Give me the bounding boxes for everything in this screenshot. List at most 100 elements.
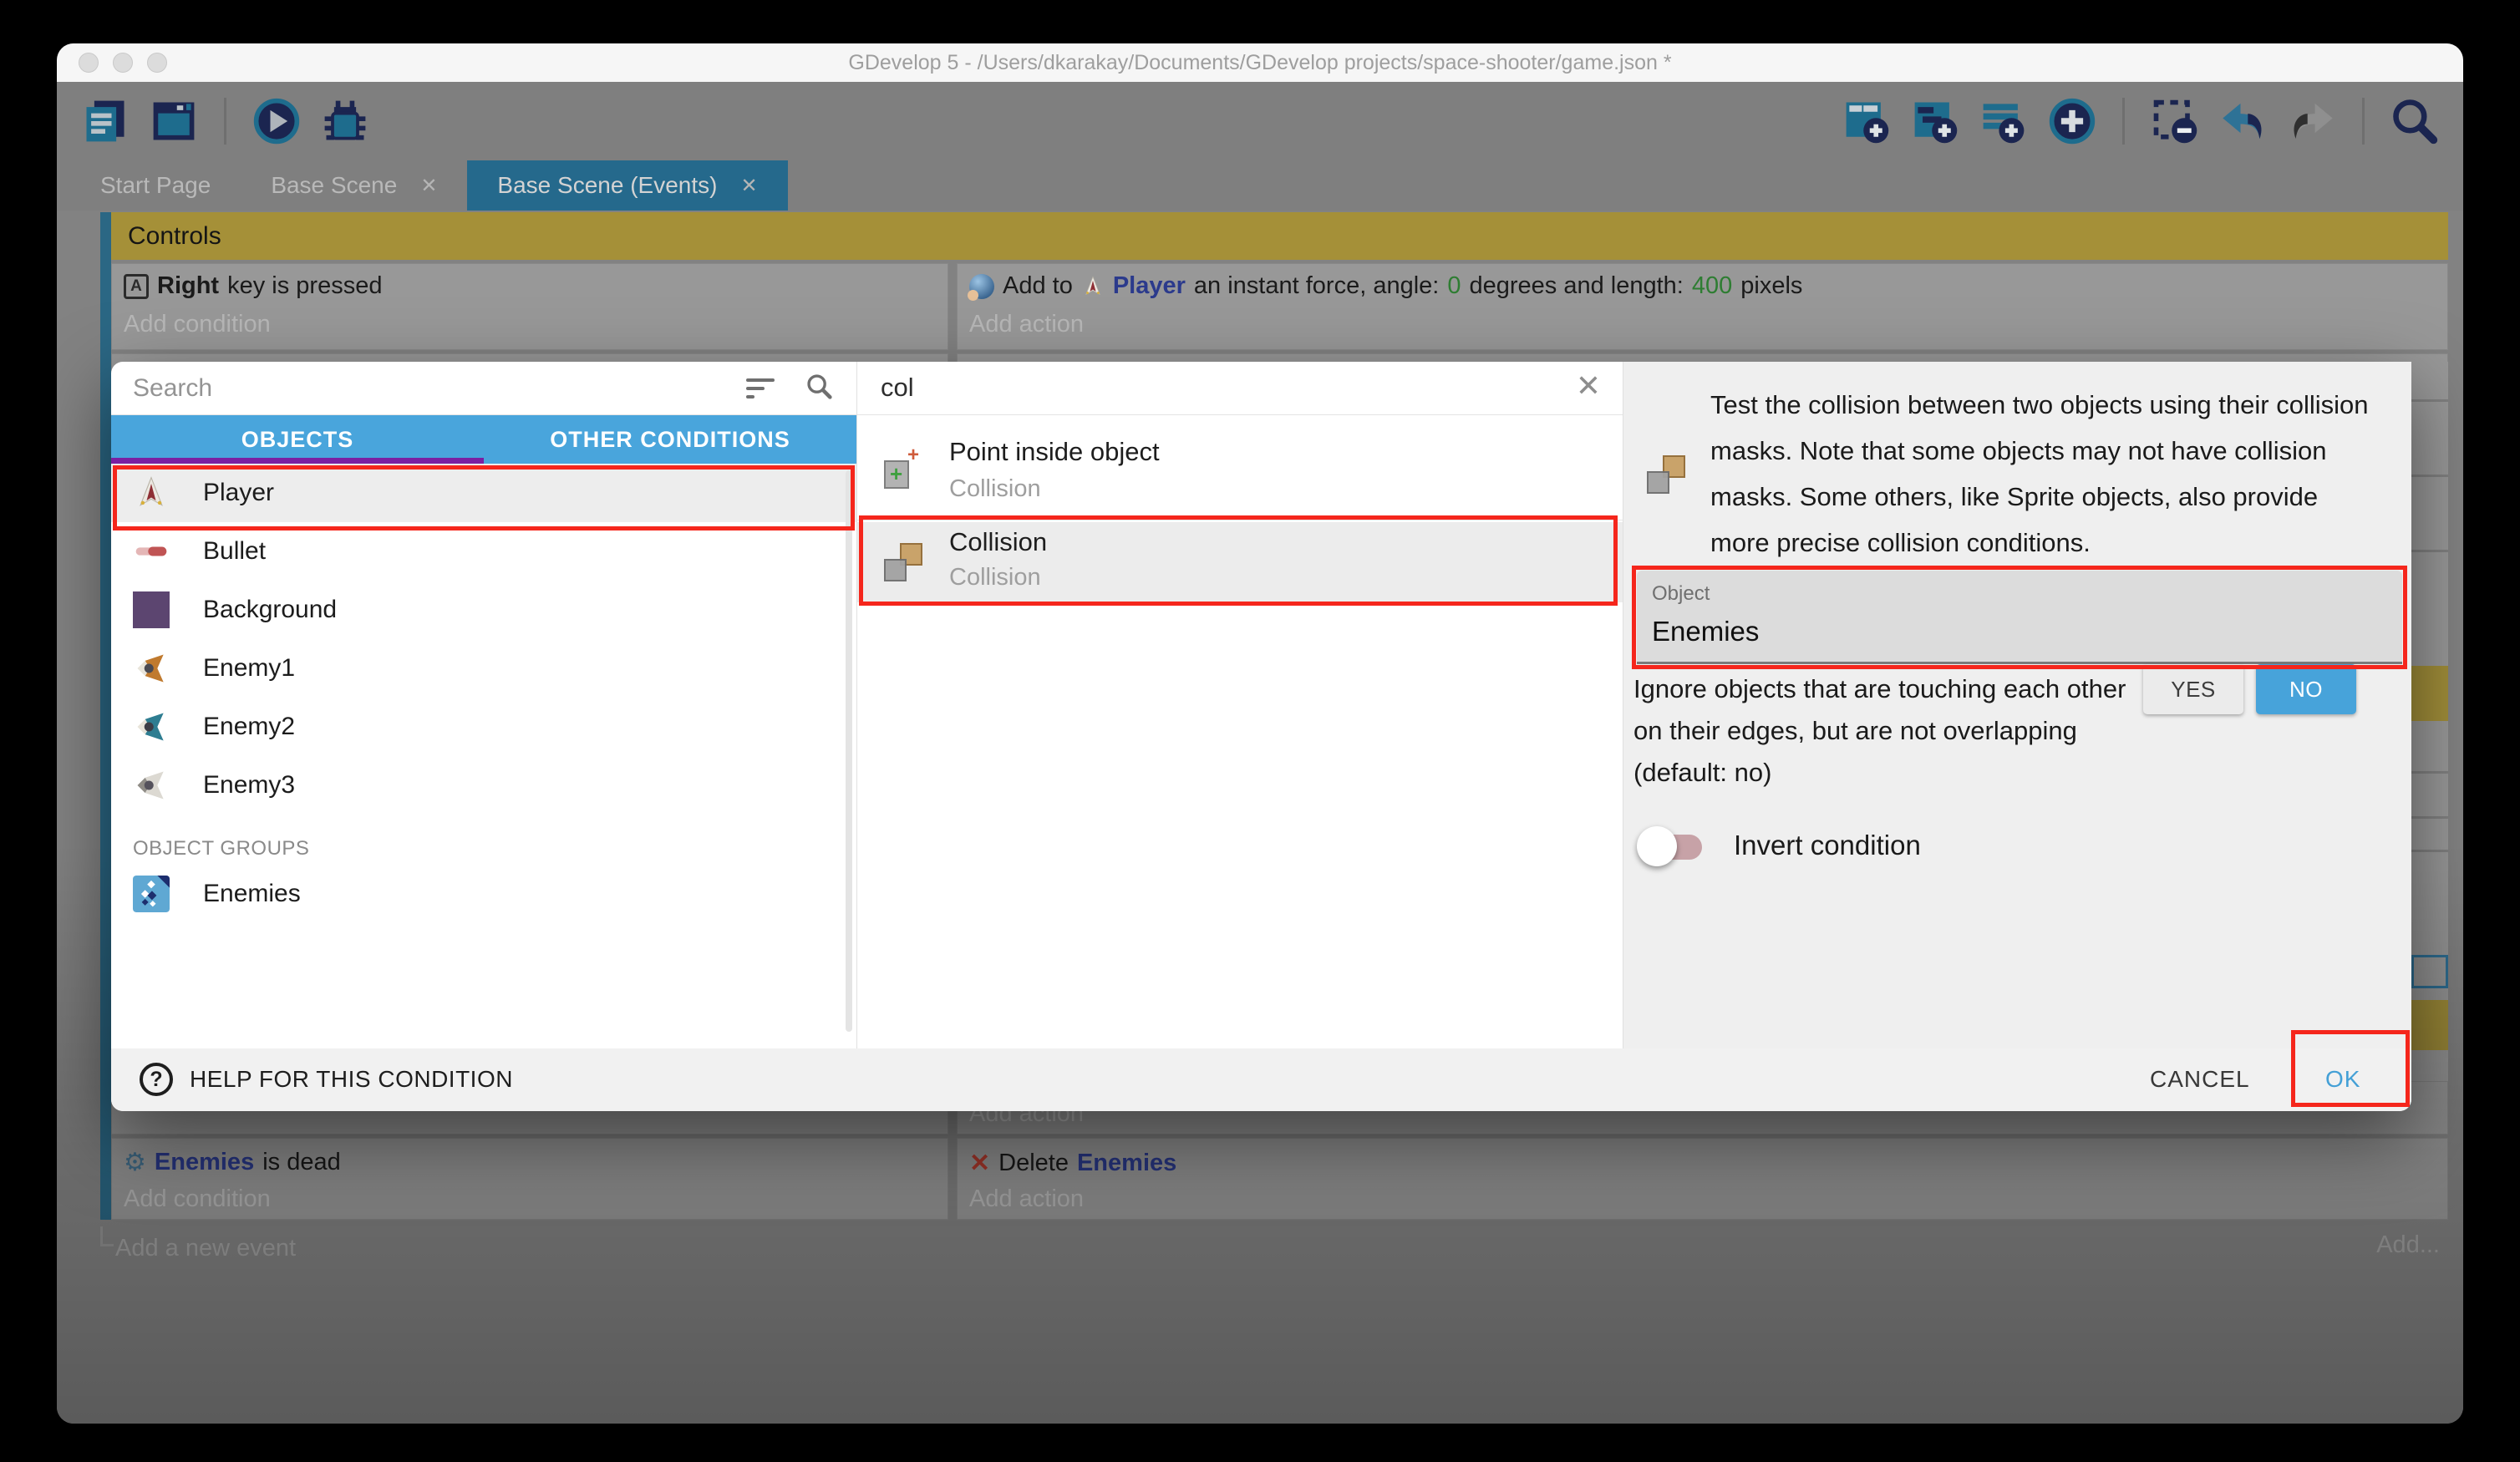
event-tree-guide xyxy=(100,1226,114,1246)
close-tab-icon[interactable]: ✕ xyxy=(740,174,757,198)
object-name: Bullet xyxy=(203,537,266,566)
action-text: an instant force, angle: xyxy=(1194,272,1439,300)
cancel-button[interactable]: CANCEL xyxy=(2150,1066,2250,1093)
close-tab-icon[interactable]: ✕ xyxy=(420,174,437,198)
condition-line[interactable]: A Right key is pressed xyxy=(124,272,382,300)
undo-icon[interactable] xyxy=(2218,96,2269,146)
player-ship-icon xyxy=(133,475,170,511)
background-icon xyxy=(133,591,170,628)
keyboard-key-icon: A xyxy=(124,274,149,299)
result-point-inside-object[interactable]: + + Point inside object Collision xyxy=(857,427,1623,520)
tab-start-page[interactable]: Start Page xyxy=(70,160,241,211)
add-new-event-button[interactable]: Add a new event xyxy=(115,1235,296,1262)
action-text: degrees and length: xyxy=(1469,272,1683,300)
row-separator xyxy=(2411,850,2448,852)
action-text: Add to xyxy=(1003,272,1073,300)
close-window-button[interactable] xyxy=(79,53,99,73)
list-item-group-enemies[interactable]: Enemies xyxy=(111,865,856,923)
debug-icon[interactable] xyxy=(320,96,370,146)
add-more-button[interactable]: Add... xyxy=(2376,1231,2440,1259)
help-icon: ? xyxy=(140,1063,173,1096)
list-item-player[interactable]: Player xyxy=(111,464,856,522)
condition-search-field[interactable]: col ✕ xyxy=(857,362,1623,415)
search-events-icon[interactable] xyxy=(2390,96,2440,146)
tab-base-scene[interactable]: Base Scene✕ xyxy=(241,160,467,211)
action-line[interactable]: Add to Player an instant force, angle: 0… xyxy=(969,272,1802,300)
redo-icon[interactable] xyxy=(2287,96,2337,146)
toolbar-separator xyxy=(224,98,226,145)
condition-cell[interactable]: ⚙ Enemies is dead Add condition xyxy=(111,1138,948,1220)
ok-button[interactable]: OK xyxy=(2325,1066,2360,1093)
window-title: GDevelop 5 - /Users/dkarakay/Documents/G… xyxy=(848,51,1671,75)
dialog-parameters-panel: Test the collision between two objects u… xyxy=(1623,362,2411,1048)
action-line[interactable]: ✕ Delete Enemies xyxy=(969,1149,1176,1178)
active-tab-indicator xyxy=(111,458,484,464)
row-separator xyxy=(2411,399,2448,402)
add-event-icon[interactable] xyxy=(1842,96,1892,146)
yes-button[interactable]: YES xyxy=(2143,664,2243,714)
list-item-bullet[interactable]: Bullet xyxy=(111,522,856,581)
result-collision[interactable]: Collision Collision xyxy=(857,522,1623,602)
bullet-icon xyxy=(133,533,170,570)
action-text: pixels xyxy=(1740,272,1802,300)
filter-icon[interactable] xyxy=(746,375,776,402)
action-cell[interactable]: Add to Player an instant force, angle: 0… xyxy=(957,263,2448,350)
add-condition-button[interactable]: Add condition xyxy=(124,311,271,338)
toolbar-left-group xyxy=(80,96,370,146)
tab-label: Start Page xyxy=(100,172,211,199)
result-subtitle: Collision xyxy=(949,475,1041,503)
condition-line[interactable]: ⚙ Enemies is dead xyxy=(124,1149,341,1176)
force-action-icon xyxy=(969,274,994,299)
delete-action-icon: ✕ xyxy=(969,1149,990,1178)
list-item-enemy2[interactable]: Enemy2 xyxy=(111,698,856,756)
event-group-header[interactable]: Controls xyxy=(111,212,2448,260)
minimize-window-button[interactable] xyxy=(113,53,133,73)
point-inside-icon: + + xyxy=(882,445,924,490)
no-button[interactable]: NO xyxy=(2256,664,2356,714)
row-separator xyxy=(2411,771,2448,774)
object-field-value: Enemies xyxy=(1652,616,1759,647)
editor-tabbar: Start Page Base Scene✕ Base Scene (Event… xyxy=(57,160,2463,211)
row-separator xyxy=(2411,816,2448,819)
row-separator xyxy=(2411,475,2448,477)
object-search-field[interactable]: Search xyxy=(111,362,856,415)
help-button[interactable]: ? HELP FOR THIS CONDITION xyxy=(140,1063,513,1096)
add-action-button[interactable]: Add action xyxy=(969,311,1084,338)
object-name: Background xyxy=(203,596,337,624)
event-group-header-edge xyxy=(2411,1000,2448,1050)
add-condition-button[interactable]: Add condition xyxy=(124,1185,271,1213)
list-scrollbar[interactable] xyxy=(846,470,852,1032)
add-condition-label: Add condition xyxy=(124,311,271,338)
condition-cell[interactable]: A Right key is pressed Add condition xyxy=(111,263,948,350)
add-comment-icon[interactable] xyxy=(1979,96,2029,146)
ignore-edges-text: Ignore objects that are touching each ot… xyxy=(1633,668,2162,794)
titlebar: GDevelop 5 - /Users/dkarakay/Documents/G… xyxy=(57,43,2463,82)
add-action-label: Add action xyxy=(969,311,1084,338)
project-manager-icon[interactable] xyxy=(80,96,130,146)
enemy2-ship-icon xyxy=(133,708,170,745)
list-item-enemy3[interactable]: Enemy3 xyxy=(111,756,856,815)
tab-objects[interactable]: OBJECTS xyxy=(111,415,484,464)
object-field[interactable]: Object Enemies xyxy=(1637,571,2402,664)
add-new-icon[interactable] xyxy=(2047,96,2097,146)
toolbar-right-group xyxy=(1842,96,2440,146)
action-number: 400 xyxy=(1692,272,1732,300)
search-icon[interactable] xyxy=(805,372,835,402)
play-icon[interactable] xyxy=(251,96,302,146)
list-item-background[interactable]: Background xyxy=(111,581,856,639)
condition-description: Test the collision between two objects u… xyxy=(1710,382,2384,566)
invert-toggle-knob[interactable] xyxy=(1637,826,1677,866)
object-groups-header: OBJECT GROUPS xyxy=(111,833,856,865)
scene-editor-icon[interactable] xyxy=(149,96,199,146)
tab-label: OBJECTS xyxy=(241,427,354,453)
zoom-window-button[interactable] xyxy=(147,53,167,73)
variable-condition-icon: ⚙ xyxy=(124,1150,146,1175)
add-action-button[interactable]: Add action xyxy=(969,1185,1084,1213)
delete-event-icon[interactable] xyxy=(2150,96,2200,146)
clear-search-icon[interactable]: ✕ xyxy=(1576,368,1601,404)
tab-base-scene-events[interactable]: Base Scene (Events)✕ xyxy=(467,160,787,211)
add-sub-event-icon[interactable] xyxy=(1910,96,1960,146)
tab-other-conditions[interactable]: OTHER CONDITIONS xyxy=(484,415,856,464)
list-item-enemy1[interactable]: Enemy1 xyxy=(111,639,856,698)
action-cell[interactable]: ✕ Delete Enemies Add action xyxy=(957,1138,2448,1220)
